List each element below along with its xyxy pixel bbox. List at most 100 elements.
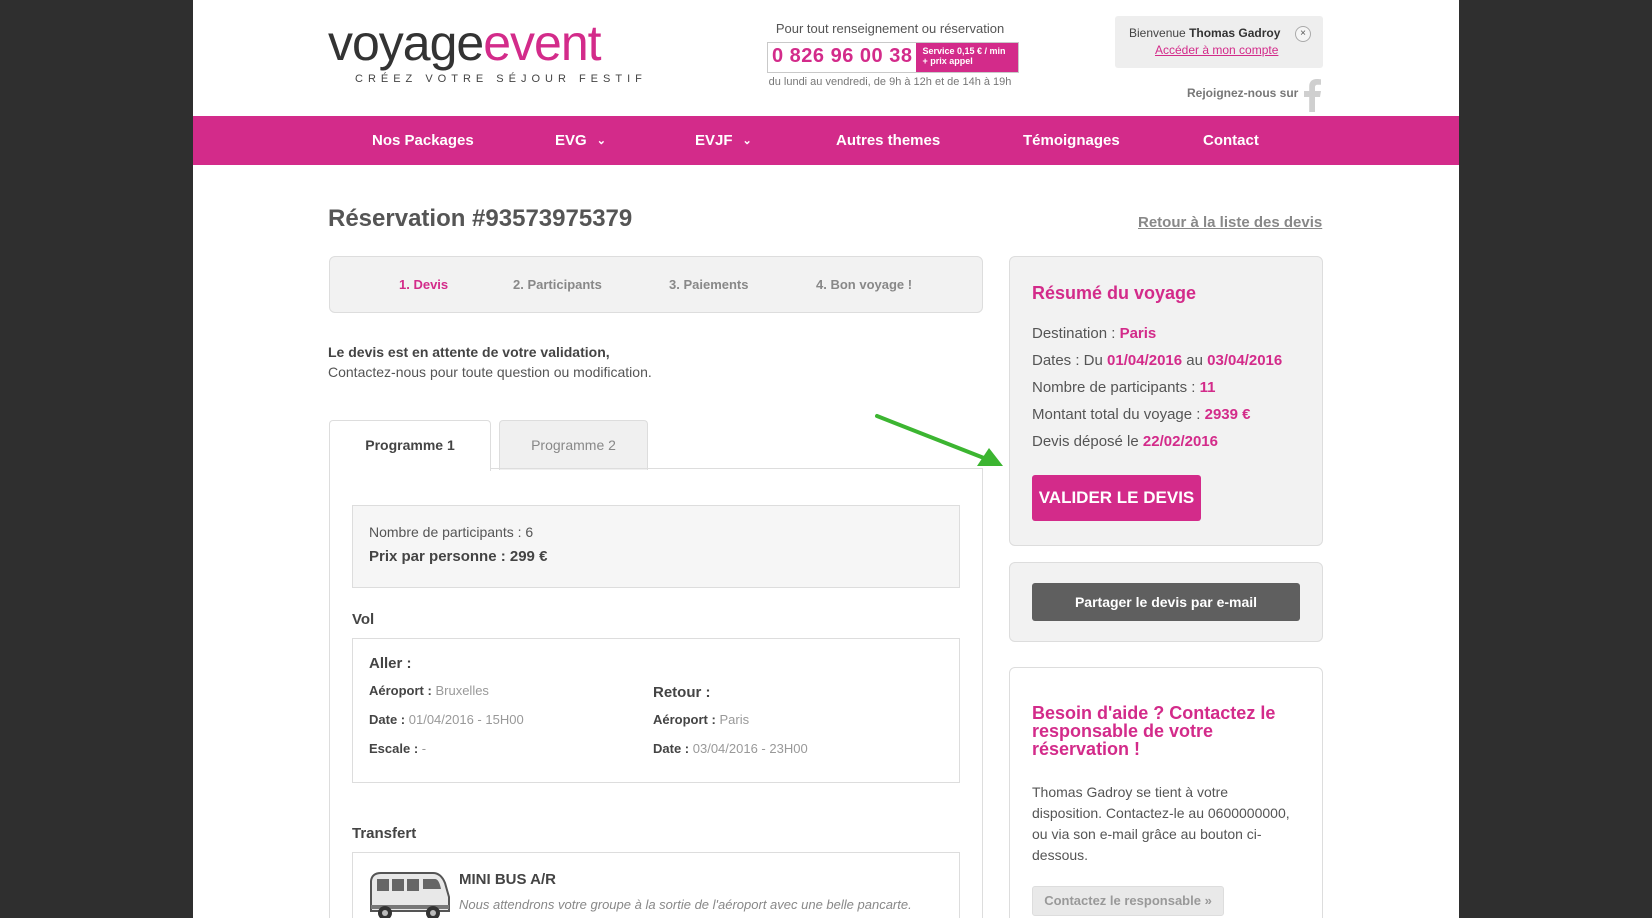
logo-tagline: CRÉEZ VOTRE SÉJOUR FESTIF xyxy=(355,73,647,85)
dates-label: Dates : Du xyxy=(1032,352,1103,369)
aller-airport-value: Bruxelles xyxy=(435,683,489,698)
deposit-label: Devis déposé le xyxy=(1032,433,1139,450)
aller-airport-label: Aéroport : xyxy=(369,683,432,698)
logo-part-event: event xyxy=(483,15,601,71)
contact-manager-button[interactable]: Contactez le responsable » xyxy=(1032,886,1224,916)
trip-summary-card: Résumé du voyage Destination : Paris Dat… xyxy=(1009,256,1323,546)
amount-label: Montant total du voyage : xyxy=(1032,406,1201,423)
destination-label: Destination : xyxy=(1032,325,1116,342)
summary-deposit: Devis déposé le 22/02/2016 xyxy=(1032,433,1218,450)
step-devis[interactable]: 1. Devis xyxy=(399,257,448,312)
section-title-vol: Vol xyxy=(352,611,375,628)
status-message: Le devis est en attente de votre validat… xyxy=(328,344,610,360)
date-to: 03/04/2016 xyxy=(1207,352,1283,369)
help-text: Thomas Gadroy se tient à votre dispositi… xyxy=(1032,784,1290,863)
nav-item-temoignages[interactable]: Témoignages xyxy=(1023,116,1120,165)
contact-hours: du lundi au vendredi, de 9h à 12h et de … xyxy=(768,76,1012,88)
chevron-down-icon: ⌄ xyxy=(596,135,606,147)
summary-participants: Nombre de participants : 11 xyxy=(1032,379,1215,396)
transfer-title: MINI BUS A/R xyxy=(459,871,556,888)
nav-label: Autres themes xyxy=(836,132,941,149)
date-from: 01/04/2016 xyxy=(1107,352,1183,369)
step-paiements[interactable]: 3. Paiements xyxy=(669,257,749,312)
progress-steps: 1. Devis 2. Participants 3. Paiements 4.… xyxy=(329,256,983,313)
summary-destination: Destination : Paris xyxy=(1032,325,1156,342)
summary-dates: Dates : Du 01/04/2016 au 03/04/2016 xyxy=(1032,352,1282,369)
page-title: Réservation #93573975379 xyxy=(328,205,633,232)
join-label: Rejoignez-nous sur xyxy=(1187,86,1299,100)
retour-date-value: 03/04/2016 - 23H00 xyxy=(692,741,808,756)
aller-date: Date : 01/04/2016 - 15H00 xyxy=(369,712,524,727)
nav-item-evjf[interactable]: EVJF ⌄ xyxy=(695,116,752,165)
deposit-date: 22/02/2016 xyxy=(1142,433,1218,450)
program-info-box: Nombre de participants : 6 Prix par pers… xyxy=(352,505,960,588)
step-participants[interactable]: 2. Participants xyxy=(513,257,602,312)
phone-service-line1: Service 0,15 € / min xyxy=(922,46,1006,56)
aller-title: Aller : xyxy=(369,655,412,672)
transfer-description: Nous attendrons votre groupe à la sortie… xyxy=(459,897,912,912)
tab-programme-1[interactable]: Programme 1 xyxy=(329,420,491,471)
nav-label: Contact xyxy=(1203,132,1259,149)
nav-item-contact[interactable]: Contact xyxy=(1203,116,1259,165)
aller-date-value: 01/04/2016 - 15H00 xyxy=(408,712,524,727)
minibus-icon xyxy=(370,872,450,918)
destination-value: Paris xyxy=(1119,325,1157,342)
facebook-icon[interactable] xyxy=(1301,78,1323,112)
validate-quote-button[interactable]: VALIDER LE DEVIS xyxy=(1032,475,1201,521)
nav-label: EVJF xyxy=(695,132,733,149)
participants-value: 11 xyxy=(1199,379,1216,396)
nav-item-evg[interactable]: EVG ⌄ xyxy=(555,116,606,165)
welcome-line: Bienvenue Thomas Gadroy xyxy=(1129,26,1280,40)
nav-item-autres-themes[interactable]: Autres themes xyxy=(836,116,940,165)
aller-airport: Aéroport : Bruxelles xyxy=(369,683,489,698)
nav-label: Témoignages xyxy=(1023,132,1120,149)
welcome-user-name: Thomas Gadroy xyxy=(1189,26,1281,40)
phone-service-info: Service 0,15 € / min + prix appel xyxy=(916,43,1018,72)
program-participants: Nombre de participants : 6 xyxy=(369,524,534,540)
section-title-transfert: Transfert xyxy=(352,825,417,842)
participants-label: Nombre de participants : xyxy=(1032,379,1196,396)
phone-number: 0 826 96 00 38 xyxy=(772,45,913,67)
nav-label: Nos Packages xyxy=(372,132,474,149)
status-submessage: Contactez-nous pour toute question ou mo… xyxy=(328,364,652,380)
retour-airport: Aéroport : Paris xyxy=(653,712,749,727)
page: voyageevent CRÉEZ VOTRE SÉJOUR FESTIF Po… xyxy=(193,0,1459,918)
main-nav: Nos Packages EVG ⌄ EVJF ⌄ Autres themes Té… xyxy=(193,116,1459,165)
program-price: Prix par personne : 299 € xyxy=(369,548,548,565)
retour-airport-label: Aéroport : xyxy=(653,712,716,727)
phone-box[interactable]: 0 826 96 00 38 Service 0,15 € / min + pr… xyxy=(767,42,1019,73)
step-bon-voyage[interactable]: 4. Bon voyage ! xyxy=(816,257,912,312)
summary-title: Résumé du voyage xyxy=(1032,283,1197,303)
logo-part-voyage: voyage xyxy=(328,15,484,71)
phone-service-line2: + prix appel xyxy=(922,56,973,66)
help-card: Besoin d'aide ? Contactez le responsable… xyxy=(1009,667,1323,918)
logo[interactable]: voyageevent xyxy=(328,14,602,72)
nav-label: EVG xyxy=(555,132,587,149)
aller-escale-label: Escale : xyxy=(369,741,419,756)
close-icon[interactable]: × xyxy=(1295,26,1311,42)
help-title: Besoin d'aide ? Contactez le responsable… xyxy=(1032,703,1276,759)
aller-escale: Escale : - xyxy=(369,741,426,756)
chevron-down-icon: ⌄ xyxy=(742,135,752,147)
share-card: Partager le devis par e-mail xyxy=(1009,562,1323,642)
account-link[interactable]: Accéder à mon compte xyxy=(1155,43,1278,57)
retour-date-label: Date : xyxy=(653,741,690,756)
share-by-email-button[interactable]: Partager le devis par e-mail xyxy=(1032,583,1300,621)
amount-value: 2939 € xyxy=(1204,406,1251,423)
tab-programme-2[interactable]: Programme 2 xyxy=(499,420,648,470)
retour-date: Date : 03/04/2016 - 23H00 xyxy=(653,741,808,756)
retour-title: Retour : xyxy=(653,684,711,701)
nav-item-nos-packages[interactable]: Nos Packages xyxy=(372,116,474,165)
transfer-box: MINI BUS A/R Nous attendrons votre group… xyxy=(352,852,960,918)
back-to-quotes-link[interactable]: Retour à la liste des devis xyxy=(1138,214,1322,231)
contact-label: Pour tout renseignement ou réservation xyxy=(775,21,1005,36)
retour-airport-value: Paris xyxy=(719,712,750,727)
welcome-box: Bienvenue Thomas Gadroy Accéder à mon co… xyxy=(1115,16,1323,68)
summary-amount: Montant total du voyage : 2939 € xyxy=(1032,406,1251,423)
annotation-arrow-icon xyxy=(875,414,1003,466)
dates-mid: au xyxy=(1186,352,1203,369)
aller-escale-value: - xyxy=(421,741,427,756)
flight-box: Aller : Aéroport : Bruxelles Date : 01/0… xyxy=(352,638,960,783)
aller-date-label: Date : xyxy=(369,712,406,727)
welcome-prefix: Bienvenue xyxy=(1129,26,1186,40)
